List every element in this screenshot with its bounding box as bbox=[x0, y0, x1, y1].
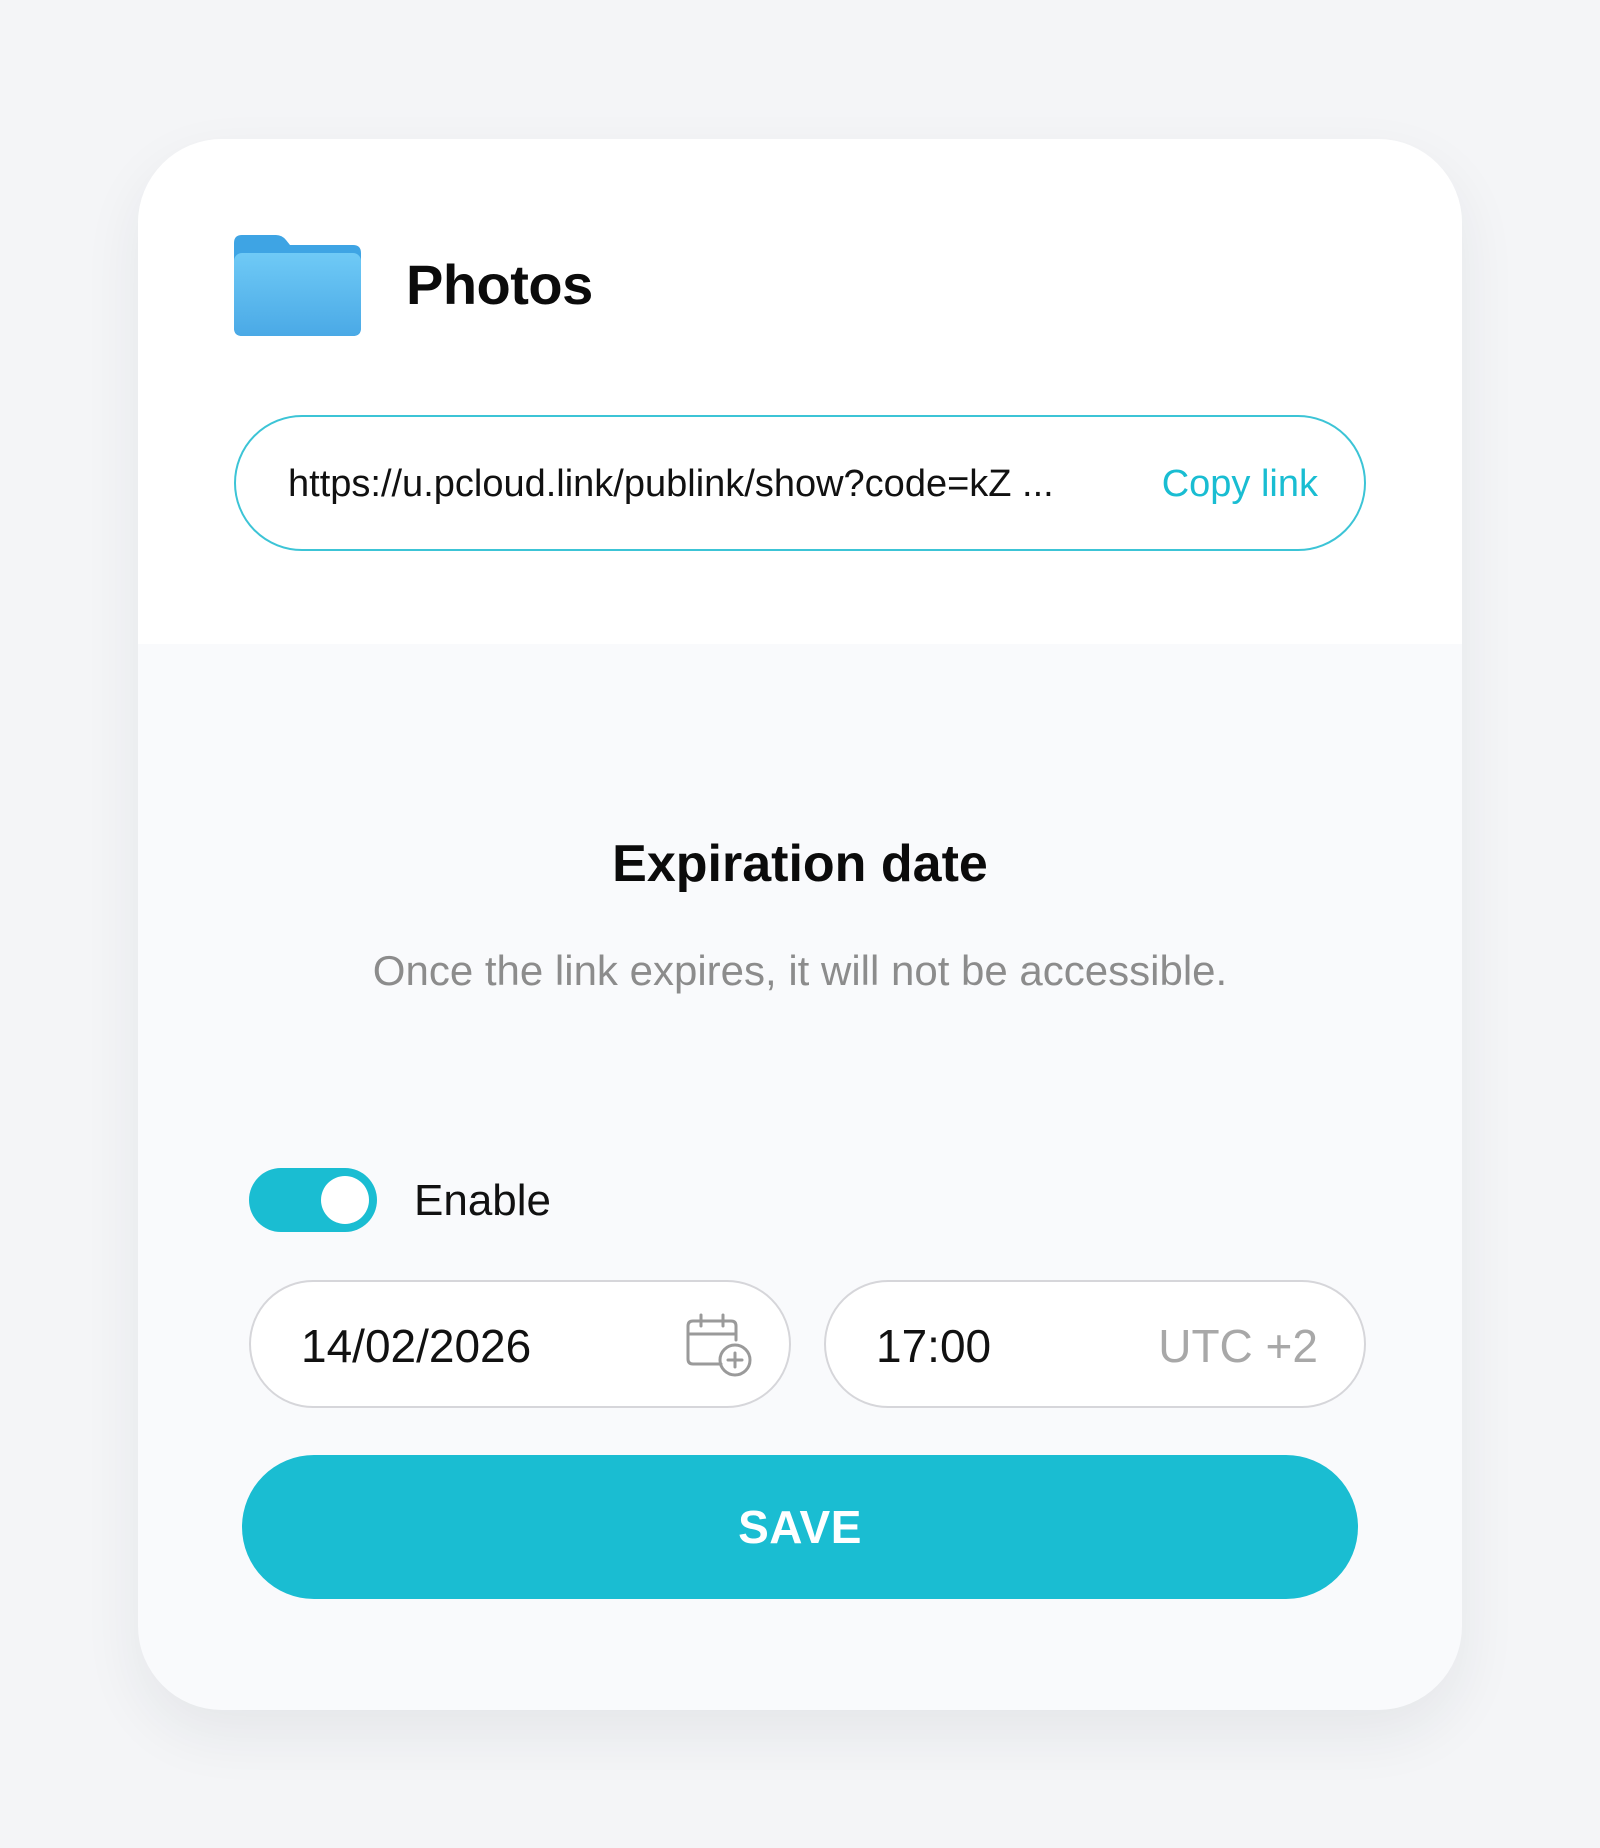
date-value: 14/02/2026 bbox=[301, 1320, 532, 1372]
expiration-time-input[interactable]: 17:00 UTC +2 bbox=[824, 1280, 1366, 1408]
enable-toggle-label: Enable bbox=[414, 1176, 552, 1225]
enable-expiration-toggle[interactable] bbox=[249, 1168, 377, 1232]
calendar-add-icon[interactable] bbox=[685, 1312, 753, 1378]
save-button[interactable]: SAVE bbox=[242, 1455, 1358, 1599]
folder-title: Photos bbox=[406, 253, 593, 316]
expiration-title: Expiration date bbox=[612, 835, 988, 893]
share-link-field[interactable]: https://u.pcloud.link/publink/show?code=… bbox=[234, 415, 1366, 551]
expiration-description: Once the link expires, it will not be ac… bbox=[372, 947, 1228, 994]
link-header-section: Photos https://u.pcloud.link/publink/sho… bbox=[138, 139, 1462, 644]
copy-link-button[interactable]: Copy link bbox=[1162, 461, 1318, 507]
folder-icon bbox=[234, 235, 361, 336]
timezone-label: UTC +2 bbox=[1158, 1320, 1318, 1372]
toggle-knob bbox=[321, 1176, 369, 1224]
share-link-dialog: Photos https://u.pcloud.link/publink/sho… bbox=[138, 139, 1462, 1710]
time-value: 17:00 bbox=[876, 1320, 992, 1372]
share-link-url[interactable]: https://u.pcloud.link/publink/show?code=… bbox=[288, 461, 1088, 507]
expiration-date-input[interactable]: 14/02/2026 bbox=[249, 1280, 791, 1408]
